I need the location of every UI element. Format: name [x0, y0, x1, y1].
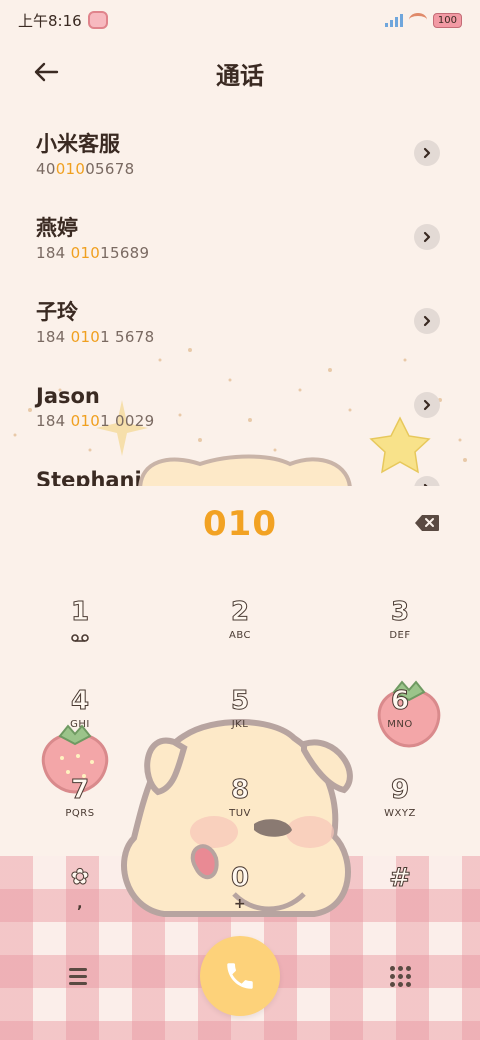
contact-number: 4001005678	[36, 160, 135, 178]
contact-name: 子玲	[36, 300, 78, 324]
contact-name: 燕婷	[36, 216, 78, 240]
key-4[interactable]: 4 GHI	[20, 685, 140, 755]
contact-detail-button[interactable]	[414, 392, 440, 418]
contact-number: 184 0101 0029	[36, 412, 155, 430]
key-1[interactable]: 1	[20, 596, 140, 666]
battery-indicator: 100	[432, 12, 462, 28]
contacts-list: 小米客服 4001005678 燕婷 184 01015689 子玲 184 0…	[0, 110, 480, 486]
contact-name: 小米客服	[36, 132, 120, 156]
contact-detail-button[interactable]	[414, 308, 440, 334]
dialed-number: 010	[203, 504, 277, 544]
bottom-action-bar	[0, 930, 480, 1030]
call-button[interactable]	[200, 936, 280, 1016]
key-7[interactable]: 7 PQRS	[20, 774, 140, 844]
contact-number: 184 0101 5678	[36, 328, 155, 346]
list-item[interactable]: 小米客服 4001005678	[0, 110, 480, 194]
backspace-button[interactable]	[414, 514, 440, 532]
contact-name: Stephanie	[36, 468, 156, 486]
list-item[interactable]: Stephanie	[0, 446, 480, 486]
contact-number: 184 01015689	[36, 244, 150, 262]
phone-icon	[227, 963, 253, 989]
signal-icon	[384, 13, 403, 27]
status-time: 上午8:16	[18, 11, 82, 30]
key-8[interactable]: 8 TUV	[180, 774, 300, 844]
chevron-right-icon	[423, 315, 431, 327]
list-item[interactable]: Jason 184 0101 0029	[0, 362, 480, 446]
menu-button[interactable]	[64, 962, 92, 990]
list-item[interactable]: 子玲 184 0101 5678	[0, 278, 480, 362]
key-6[interactable]: 6 MNO	[340, 685, 460, 755]
status-bar: 上午8:16 100	[0, 0, 480, 40]
notification-pig-icon	[87, 11, 108, 29]
chevron-right-icon	[423, 399, 431, 411]
chevron-right-icon	[423, 147, 431, 159]
key-hash[interactable]: #	[340, 862, 460, 932]
contact-detail-button[interactable]	[414, 224, 440, 250]
voicemail-icon	[71, 634, 89, 642]
key-5[interactable]: 5 JKL	[180, 685, 300, 755]
menu-icon	[69, 967, 87, 971]
page-title: 通话	[216, 62, 264, 90]
chevron-right-icon	[423, 231, 431, 243]
dialpad-icon	[389, 965, 395, 971]
key-0[interactable]: 0 +	[180, 862, 300, 932]
wifi-icon	[408, 13, 427, 27]
backspace-icon	[415, 515, 439, 531]
keypad-toggle-button[interactable]	[386, 962, 414, 990]
contact-name: Jason	[36, 384, 100, 408]
key-3[interactable]: 3 DEF	[340, 596, 460, 666]
key-2[interactable]: 2 ABC	[180, 596, 300, 666]
key-star[interactable]: ✿ ,	[20, 862, 140, 932]
flower-star-icon: ✿	[70, 865, 90, 891]
header: 通话	[0, 48, 480, 96]
list-item[interactable]: 燕婷 184 01015689	[0, 194, 480, 278]
key-9[interactable]: 9 WXYZ	[340, 774, 460, 844]
contact-detail-button[interactable]	[414, 140, 440, 166]
